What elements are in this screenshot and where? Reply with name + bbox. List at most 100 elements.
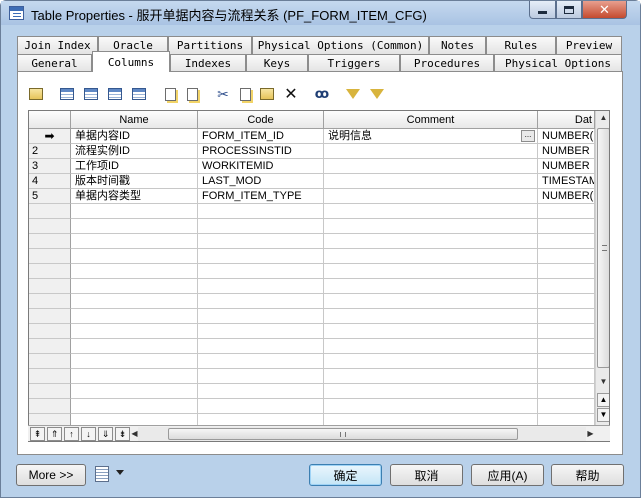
empty-cell[interactable] (71, 219, 198, 234)
cell-name[interactable]: 版本时间戳 (71, 174, 198, 189)
empty-cell[interactable] (538, 354, 595, 369)
empty-cell[interactable] (198, 354, 324, 369)
empty-row-header[interactable] (29, 384, 71, 399)
empty-cell[interactable] (198, 384, 324, 399)
empty-cell[interactable] (538, 249, 595, 264)
empty-row-header[interactable] (29, 339, 71, 354)
list-icon[interactable] (95, 466, 109, 482)
empty-cell[interactable] (198, 234, 324, 249)
move-page-up-icon[interactable]: ⇑ (47, 427, 62, 441)
more-button[interactable]: More >> (16, 464, 86, 486)
empty-row-header[interactable] (29, 204, 71, 219)
empty-cell[interactable] (538, 294, 595, 309)
empty-cell[interactable] (71, 204, 198, 219)
empty-row-header[interactable] (29, 234, 71, 249)
empty-cell[interactable] (538, 219, 595, 234)
tab-keys[interactable]: Keys (246, 54, 308, 72)
tab-indexes[interactable]: Indexes (170, 54, 246, 72)
empty-cell[interactable] (324, 384, 538, 399)
move-down-icon[interactable]: ↓ (81, 427, 96, 441)
tab-join-index[interactable]: Join Index (17, 36, 98, 54)
cell-comment[interactable] (324, 174, 538, 189)
insert-row-button[interactable] (81, 84, 101, 104)
empty-row-header[interactable] (29, 324, 71, 339)
horizontal-scrollbar[interactable] (138, 427, 586, 441)
empty-row-header[interactable] (29, 399, 71, 414)
empty-cell[interactable] (71, 354, 198, 369)
empty-cell[interactable] (71, 369, 198, 384)
column-header-name[interactable]: Name (71, 111, 198, 129)
ok-button[interactable]: 确定 (309, 464, 382, 486)
empty-cell[interactable] (324, 369, 538, 384)
empty-cell[interactable] (324, 279, 538, 294)
cell-code[interactable]: LAST_MOD (198, 174, 324, 189)
cell-name[interactable]: 单据内容ID (71, 129, 198, 144)
empty-cell[interactable] (198, 249, 324, 264)
scroll-right-arrow-icon[interactable]: ▶ (584, 427, 597, 441)
horizontal-scroll-thumb[interactable] (168, 428, 518, 440)
empty-cell[interactable] (324, 399, 538, 414)
tab-physical-options[interactable]: Physical Options (494, 54, 622, 72)
empty-cell[interactable] (71, 264, 198, 279)
empty-cell[interactable] (198, 339, 324, 354)
empty-cell[interactable] (324, 294, 538, 309)
empty-cell[interactable] (198, 219, 324, 234)
cell-comment[interactable] (324, 189, 538, 204)
vertical-scroll-thumb[interactable] (597, 128, 609, 368)
column-header-datatype[interactable]: Dat (538, 111, 595, 129)
column-header-comment[interactable]: Comment (324, 111, 538, 129)
empty-cell[interactable] (71, 339, 198, 354)
empty-cell[interactable] (324, 204, 538, 219)
apply-button[interactable]: 应用(A) (471, 464, 544, 486)
empty-cell[interactable] (538, 399, 595, 414)
cell-datatype[interactable]: NUMBER (538, 144, 595, 159)
empty-cell[interactable] (198, 369, 324, 384)
empty-cell[interactable] (198, 264, 324, 279)
empty-cell[interactable] (324, 219, 538, 234)
move-up-icon[interactable]: ↑ (64, 427, 79, 441)
cell-code[interactable]: PROCESSINSTID (198, 144, 324, 159)
cell-comment[interactable] (324, 159, 538, 174)
empty-cell[interactable] (538, 369, 595, 384)
move-top-icon[interactable]: ⇞ (30, 427, 45, 441)
empty-cell[interactable] (198, 294, 324, 309)
add-columns-button[interactable] (105, 84, 125, 104)
tab-notes[interactable]: Notes (429, 36, 486, 54)
reuse-button[interactable] (160, 84, 180, 104)
empty-cell[interactable] (71, 384, 198, 399)
cell-code[interactable]: FORM_ITEM_TYPE (198, 189, 324, 204)
empty-cell[interactable] (324, 339, 538, 354)
add-row-button[interactable] (57, 84, 77, 104)
column-header-code[interactable]: Code (198, 111, 324, 129)
tab-procedures[interactable]: Procedures (400, 54, 494, 72)
empty-cell[interactable] (71, 324, 198, 339)
chevron-down-icon[interactable] (116, 470, 124, 475)
maximize-button[interactable] (556, 1, 582, 19)
page-down-icon[interactable]: ▼ (597, 408, 609, 422)
tab-rules[interactable]: Rules (486, 36, 556, 54)
cell-comment[interactable] (324, 144, 538, 159)
empty-cell[interactable] (538, 339, 595, 354)
cell-name[interactable]: 流程实例ID (71, 144, 198, 159)
empty-cell[interactable] (71, 399, 198, 414)
cell-datatype[interactable]: NUMBER(1 (538, 129, 595, 144)
empty-cell[interactable] (71, 309, 198, 324)
cell-name[interactable]: 工作项ID (71, 159, 198, 174)
paste-button[interactable] (257, 84, 277, 104)
scroll-down-arrow-icon[interactable]: ▼ (597, 375, 609, 389)
empty-row-header[interactable] (29, 249, 71, 264)
row-number[interactable]: 4 (29, 174, 71, 189)
empty-cell[interactable] (71, 279, 198, 294)
move-page-down-icon[interactable]: ⇓ (98, 427, 113, 441)
tab-physical-options-common[interactable]: Physical Options (Common) (252, 36, 429, 54)
empty-cell[interactable] (538, 234, 595, 249)
properties-button[interactable] (26, 84, 46, 104)
empty-cell[interactable] (538, 309, 595, 324)
row-number[interactable]: 5 (29, 189, 71, 204)
filter-button[interactable] (343, 84, 363, 104)
scroll-up-arrow-icon[interactable]: ▲ (597, 111, 609, 125)
empty-cell[interactable] (71, 294, 198, 309)
row-header-corner[interactable] (29, 111, 71, 129)
empty-cell[interactable] (71, 234, 198, 249)
cell-datatype[interactable]: TIMESTAM (538, 174, 595, 189)
